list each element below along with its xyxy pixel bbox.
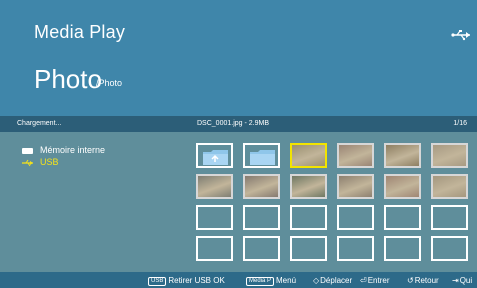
usb-key-badge: USB	[148, 277, 167, 286]
photo-thumbnail	[433, 145, 466, 166]
photo-thumbnail	[245, 176, 278, 197]
source-label-usb: USB	[40, 157, 59, 167]
grid-folder[interactable]	[243, 143, 280, 168]
back-hint[interactable]: ↺Retour	[407, 276, 439, 285]
grid-folder[interactable]	[196, 143, 233, 168]
grid-thumbnail-selected[interactable]	[290, 143, 327, 168]
back-label: Retour	[414, 276, 439, 285]
grid-empty-slot	[290, 236, 327, 261]
grid-empty-slot	[431, 236, 468, 261]
move-label: Déplacer	[320, 276, 353, 285]
menu-hint[interactable]: Media P Menú	[246, 276, 296, 286]
quit-hint[interactable]: ⇥Qui	[452, 276, 472, 285]
source-item-internal-memory[interactable]: Mémoire interne	[22, 145, 105, 156]
page-path: /Photo	[96, 78, 123, 88]
usb-connected-icon	[451, 30, 470, 41]
grid-thumbnail[interactable]	[384, 143, 421, 168]
header: Media Play Photo /Photo	[0, 0, 477, 116]
media-p-key-badge: Media P	[246, 277, 275, 286]
grid-thumbnail[interactable]	[196, 174, 233, 199]
source-list: Mémoire interne USB	[22, 145, 105, 169]
page-title: Photo	[34, 64, 102, 94]
grid-empty-slot	[290, 205, 327, 230]
menu-label: Menú	[276, 276, 297, 285]
grid-empty-slot	[431, 205, 468, 230]
media-play-screen: Media Play Photo /Photo Chargement... DS…	[0, 0, 477, 288]
grid-thumbnail[interactable]	[384, 174, 421, 199]
photo-thumbnail	[292, 145, 325, 166]
move-hint[interactable]: ◇Déplacer	[313, 276, 352, 285]
return-icon: ↺	[407, 276, 414, 285]
enter-icon: ⏎	[360, 276, 367, 285]
memory-icon	[22, 148, 33, 154]
photo-thumbnail	[198, 176, 231, 197]
source-item-usb[interactable]: USB	[22, 157, 105, 168]
photo-thumbnail	[386, 176, 419, 197]
grid-empty-slot	[337, 236, 374, 261]
grid-empty-slot	[196, 236, 233, 261]
folder-up-icon	[203, 150, 228, 165]
app-title: Media Play	[34, 22, 126, 42]
photo-thumbnail	[433, 176, 466, 197]
enter-label: Entrer	[367, 276, 390, 285]
status-bar: Chargement... DSC_0001.jpg - 2.9MB 1/16	[0, 116, 477, 132]
move-arrows-icon: ◇	[313, 276, 320, 285]
grid-empty-slot	[384, 205, 421, 230]
grid-thumbnail[interactable]	[337, 174, 374, 199]
source-label-internal-memory: Mémoire interne	[40, 145, 106, 155]
grid-thumbnail[interactable]	[337, 143, 374, 168]
enter-hint[interactable]: ⏎Entrer	[360, 276, 390, 285]
grid-empty-slot	[243, 205, 280, 230]
grid-thumbnail[interactable]	[243, 174, 280, 199]
browser-area: Mémoire interne USB	[0, 132, 477, 272]
folder-icon	[250, 150, 275, 165]
file-info: DSC_0001.jpg - 2.9MB	[197, 120, 269, 127]
grid-empty-slot	[196, 205, 233, 230]
photo-thumbnail	[339, 145, 372, 166]
grid-empty-slot	[243, 236, 280, 261]
grid-empty-slot	[384, 236, 421, 261]
exit-icon: ⇥	[452, 276, 459, 285]
loading-status: Chargement...	[17, 120, 62, 127]
remove-usb-hint[interactable]: USB Retirer USB OK	[148, 276, 225, 286]
grid-thumbnail[interactable]	[290, 174, 327, 199]
grid-empty-slot	[337, 205, 374, 230]
photo-thumbnail	[386, 145, 419, 166]
quit-label: Qui	[459, 276, 473, 285]
footer-key-guide: USB Retirer USB OK Media P Menú ◇Déplacer …	[0, 272, 477, 288]
remove-usb-label: Retirer USB OK	[168, 276, 225, 285]
photo-thumbnail	[339, 176, 372, 197]
usb-icon	[22, 159, 33, 167]
file-counter: 1/16	[453, 120, 467, 127]
grid-thumbnail[interactable]	[431, 174, 468, 199]
photo-thumbnail	[292, 176, 325, 197]
grid-thumbnail[interactable]	[431, 143, 468, 168]
